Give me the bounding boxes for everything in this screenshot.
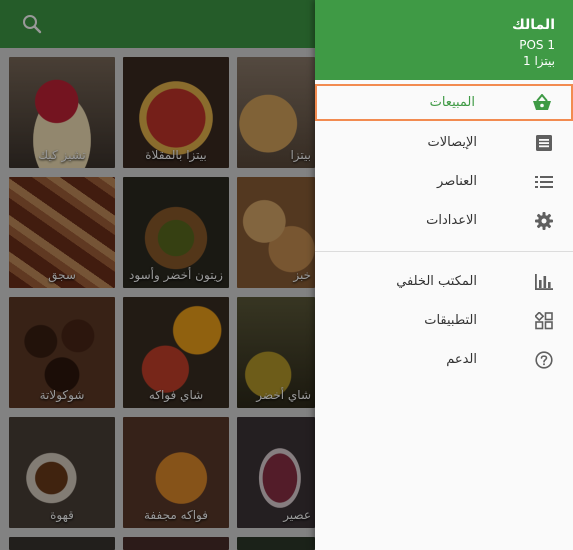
pos-name: POS 1 xyxy=(519,38,555,52)
navigation-drawer: المالك POS 1 بيتزا 1 المبيعات الإيصالات … xyxy=(315,0,573,550)
menu-item-back-office[interactable]: المكتب الخلفي xyxy=(315,262,573,301)
apps-icon xyxy=(533,310,555,332)
menu-item-settings[interactable]: الاعدادات xyxy=(315,201,573,240)
menu-item-label: الاعدادات xyxy=(426,213,477,228)
menu-divider xyxy=(315,251,573,252)
basket-icon xyxy=(531,92,553,114)
drawer-header: المالك POS 1 بيتزا 1 xyxy=(315,0,573,80)
menu-item-sales[interactable]: المبيعات xyxy=(315,84,573,121)
menu-item-label: العناصر xyxy=(437,174,477,189)
menu-item-label: المبيعات xyxy=(429,95,475,110)
help-icon xyxy=(533,349,555,371)
receipt-icon xyxy=(533,132,555,154)
store-name: بيتزا 1 xyxy=(523,54,555,68)
menu-item-support[interactable]: الدعم xyxy=(315,340,573,379)
menu-item-label: المكتب الخلفي xyxy=(396,274,477,289)
menu-item-items[interactable]: العناصر xyxy=(315,162,573,201)
menu-item-label: الدعم xyxy=(446,352,477,367)
menu-item-label: التطبيقات xyxy=(424,313,477,328)
gear-icon xyxy=(533,210,555,232)
bar-chart-icon xyxy=(533,271,555,293)
drawer-menu: المبيعات الإيصالات العناصر الاعدادات الم… xyxy=(315,80,573,379)
owner-name: المالك xyxy=(512,17,555,33)
list-icon xyxy=(533,171,555,193)
menu-item-label: الإيصالات xyxy=(427,135,477,150)
menu-item-receipts[interactable]: الإيصالات xyxy=(315,123,573,162)
menu-item-apps[interactable]: التطبيقات xyxy=(315,301,573,340)
